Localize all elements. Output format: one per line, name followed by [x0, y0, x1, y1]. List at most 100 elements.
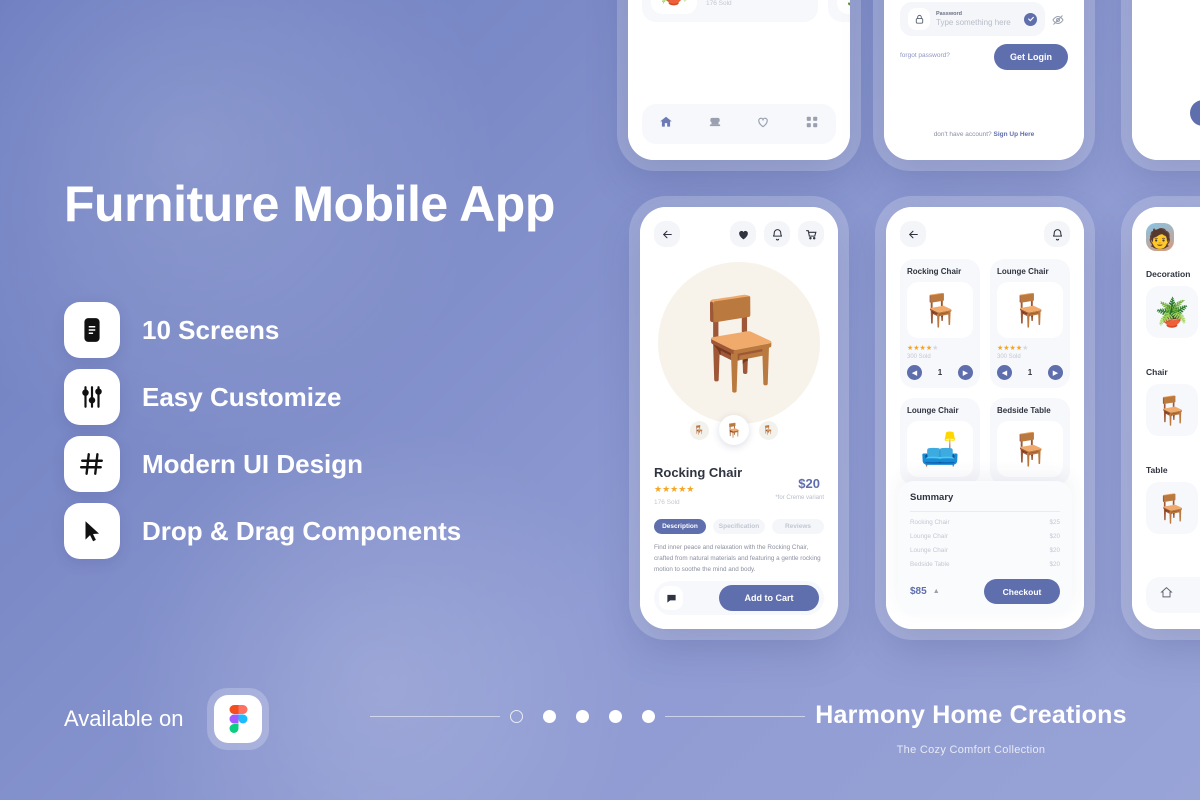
- summary-item-price: $20: [1049, 547, 1060, 554]
- pagination-dot[interactable]: [510, 710, 523, 723]
- feature-item-screens: 10 Screens: [64, 302, 461, 358]
- tab-reviews[interactable]: Reviews: [772, 519, 824, 534]
- figma-badge[interactable]: [207, 688, 270, 750]
- eye-off-icon[interactable]: [1052, 13, 1064, 31]
- grid-icon[interactable]: [805, 115, 819, 134]
- add-to-cart-button[interactable]: Add to Cart: [719, 585, 819, 611]
- bottom-nav[interactable]: [1146, 577, 1200, 613]
- pagination-dot[interactable]: [609, 710, 622, 723]
- tab-specification[interactable]: Specification: [713, 519, 765, 534]
- feature-label: Easy Customize: [142, 381, 342, 412]
- password-label: Password: [936, 11, 962, 17]
- category-section-table: Table 🪑: [1146, 465, 1200, 534]
- quantity-stepper[interactable]: ◀ 1 ▶: [997, 365, 1063, 380]
- phone-categories: 🧑 Decoration 🪴 Chair 🪑 Table 🪑: [1132, 207, 1200, 629]
- product-tabs[interactable]: Description Specification Reviews: [654, 519, 824, 534]
- pagination-dot[interactable]: [543, 710, 556, 723]
- password-field[interactable]: Password Type something here: [900, 2, 1045, 36]
- summary-row: Rocking Chair $25: [910, 519, 1060, 526]
- signup-link[interactable]: Sign Up Here: [993, 131, 1034, 138]
- chat-icon[interactable]: [659, 586, 683, 610]
- pagination-dot[interactable]: [642, 710, 655, 723]
- avatar[interactable]: 🧑: [1146, 223, 1174, 251]
- category-item[interactable]: 🪴: [1146, 286, 1198, 338]
- summary-item-label: Lounge Chair: [910, 533, 948, 540]
- password-placeholder: Type something here: [936, 18, 1011, 27]
- cart-item[interactable]: Lounge Chair 🪑 ★★★★★ 300 Sold ◀ 1 ▶: [990, 259, 1070, 388]
- summary-row: Lounge Chair $20: [910, 547, 1060, 554]
- pagination-dot[interactable]: [576, 710, 589, 723]
- summary-item-price: $20: [1049, 533, 1060, 540]
- product-description: Find inner peace and relaxation with the…: [654, 544, 821, 574]
- onboarding-next-button[interactable]: [1190, 100, 1200, 126]
- cart-item[interactable]: Rocking Chair 🪑 ★★★★★ 300 Sold ◀ 1 ▶: [900, 259, 980, 388]
- bell-icon[interactable]: [1044, 221, 1070, 247]
- tab-description[interactable]: Description: [654, 519, 706, 534]
- feature-label: Modern UI Design: [142, 448, 364, 479]
- home-icon[interactable]: [659, 115, 673, 134]
- chevron-up-icon[interactable]: ▲: [933, 588, 940, 595]
- figma-logo-icon: [214, 695, 263, 743]
- bottom-nav[interactable]: [642, 104, 836, 144]
- quantity-stepper[interactable]: ◀ 1 ▶: [907, 365, 973, 380]
- divider: [910, 511, 1060, 512]
- summary-item-label: Lounge Chair: [910, 547, 948, 554]
- cart-item[interactable]: Bedside Table 🪑: [990, 398, 1070, 485]
- category-title: Table: [1146, 465, 1168, 475]
- pagination-line-right: [665, 716, 805, 717]
- product-thumbnail: 🌿: [837, 0, 850, 14]
- get-login-button[interactable]: Get Login: [994, 44, 1068, 70]
- sliders-icon: [64, 369, 120, 425]
- variant-option[interactable]: 🪑: [690, 420, 709, 440]
- heart-filled-icon[interactable]: [730, 221, 756, 247]
- phone-onboarding: Harmony Hom crafting furn and balan: [1132, 0, 1200, 160]
- heart-icon[interactable]: [756, 115, 770, 134]
- arrow-left-icon[interactable]: [654, 221, 680, 247]
- phone-cart: Rocking Chair 🪑 ★★★★★ 300 Sold ◀ 1 ▶ Lou…: [886, 207, 1084, 629]
- rating-stars: ★★★★★: [654, 484, 695, 494]
- product-detail-header: [654, 221, 824, 247]
- product-name: Bedside Table: [997, 406, 1051, 415]
- category-item[interactable]: 🪑: [1146, 482, 1198, 534]
- checkout-button[interactable]: Checkout: [984, 579, 1060, 604]
- increment-button[interactable]: ▶: [957, 365, 973, 380]
- cart-total: $85: [910, 586, 927, 597]
- arrow-left-icon[interactable]: [900, 221, 926, 247]
- decrement-button[interactable]: ◀: [997, 365, 1012, 380]
- sofa-icon[interactable]: [708, 115, 722, 134]
- brand-title: Harmony Home Creations: [815, 701, 1127, 729]
- bell-icon[interactable]: [764, 221, 790, 247]
- product-card[interactable]: 🌿: [828, 0, 850, 22]
- sold-count: 300 Sold: [907, 354, 931, 360]
- increment-button[interactable]: ▶: [1047, 365, 1063, 380]
- forgot-password-link[interactable]: forgot password?: [900, 52, 950, 59]
- phone-login: Password Type something here forgot pass…: [884, 0, 1084, 160]
- product-card[interactable]: 🪴 Mini Plant ★★★★★ 176 Sold $20: [642, 0, 818, 22]
- page-title: Furniture Mobile App: [64, 176, 555, 232]
- category-item[interactable]: 🪑: [1146, 384, 1198, 436]
- product-thumbnail: 🪑: [997, 282, 1063, 338]
- pagination[interactable]: [370, 710, 805, 723]
- variant-option-selected[interactable]: 🪑: [719, 415, 749, 445]
- product-thumbnail: 🛋️: [907, 421, 973, 477]
- left-panel: Furniture Mobile App 10 Screens Easy Cus…: [64, 0, 624, 800]
- cart-item[interactable]: Lounge Chair 🛋️: [900, 398, 980, 485]
- variant-option[interactable]: 🪑: [759, 420, 778, 440]
- home-icon[interactable]: [1160, 586, 1173, 604]
- feature-label: Drop & Drag Components: [142, 515, 462, 546]
- signup-prefix: don't have account?: [933, 131, 992, 138]
- price-note: *for Creme variant: [775, 495, 824, 501]
- summary-item-price: $20: [1049, 561, 1060, 568]
- feature-list: 10 Screens Easy Customize Modern UI Desi…: [64, 302, 461, 570]
- summary-item-price: $25: [1049, 519, 1060, 526]
- feature-label: 10 Screens: [142, 314, 280, 345]
- product-thumbnail: 🪑: [907, 282, 973, 338]
- category-section-chair: Chair 🪑: [1146, 367, 1200, 436]
- decrement-button[interactable]: ◀: [907, 365, 922, 380]
- variant-selector[interactable]: 🪑 🪑 🪑: [690, 415, 778, 445]
- product-thumbnail: 🪑: [997, 421, 1063, 477]
- category-title: Chair: [1146, 367, 1168, 377]
- product-name: Rocking Chair: [654, 465, 743, 480]
- brand-block: Harmony Home Creations The Cozy Comfort …: [806, 701, 1136, 756]
- cart-icon[interactable]: [798, 221, 824, 247]
